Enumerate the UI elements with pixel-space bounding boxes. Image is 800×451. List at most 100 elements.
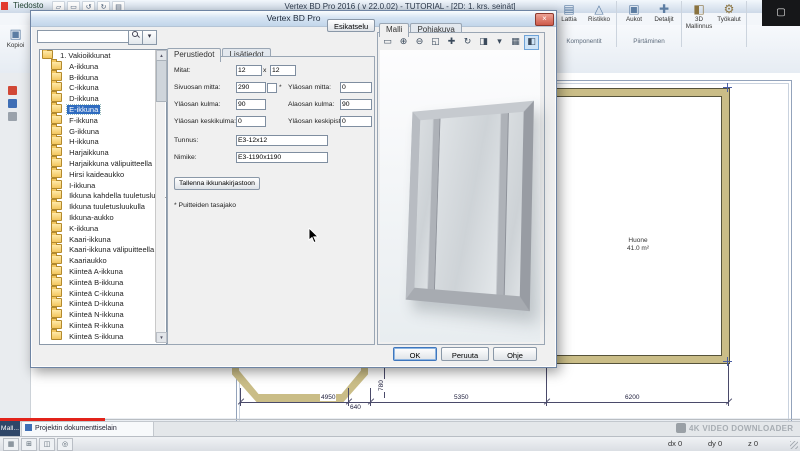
tree-item[interactable]: F-ikkuna xyxy=(40,115,166,126)
save-to-library-button[interactable]: Tallenna ikkunakirjastoon xyxy=(174,177,260,190)
ribbon-item-kopioi[interactable]: ▣ Kopioi xyxy=(2,27,29,49)
dialog-titlebar[interactable]: Vertex BD Pro xyxy=(31,11,556,27)
window-center-pane xyxy=(435,114,500,295)
folder-icon xyxy=(51,309,62,318)
taskbar-tab-model[interactable]: Mall... xyxy=(0,421,20,436)
grid-icon[interactable]: ▦ xyxy=(3,438,19,451)
tree-item[interactable]: K-ikkuna xyxy=(40,223,166,234)
tree-item[interactable]: Kiinteä D-ikkuna xyxy=(40,298,166,309)
tree-item-label: E-ikkuna xyxy=(67,105,100,114)
tree-item[interactable]: C-ikkuna xyxy=(40,82,166,93)
side-option-box[interactable] xyxy=(267,83,277,93)
scrollbar-thumb[interactable] xyxy=(156,60,167,102)
pan-icon[interactable]: ✚ xyxy=(444,35,459,50)
bottom-angle-field[interactable] xyxy=(340,99,372,110)
osnap-icon[interactable]: ◎ xyxy=(57,438,73,451)
zoom-extents-icon[interactable]: ◱ xyxy=(428,35,443,50)
snap-icon[interactable]: ⊞ xyxy=(21,438,37,451)
tree-item[interactable]: D-ikkuna xyxy=(40,93,166,104)
tree-item[interactable]: Kiinteä R-ikkuna xyxy=(40,320,166,331)
ribbon-item-tyokalut[interactable]: ⚙Työkalut xyxy=(714,1,744,36)
ribbon-item-detaljit[interactable]: ✚Detaljit xyxy=(649,1,679,36)
tree-scrollbar[interactable]: ▲ ▼ xyxy=(155,50,165,342)
fullscreen-icon[interactable]: ▢ xyxy=(762,0,800,26)
dock-icon-grey[interactable] xyxy=(8,112,17,121)
width-field[interactable] xyxy=(236,65,262,76)
screen: Vertex BD Pro 2016 ( v 22.0.02) - TUTORI… xyxy=(0,0,800,451)
tree-item[interactable]: Harjaikkuna välipuitteella xyxy=(40,158,166,169)
tree-item[interactable]: Kiinteä N-ikkuna xyxy=(40,309,166,320)
ylakulma-label: Yläosan kulma: xyxy=(174,99,220,110)
perustiedot-page: Mitat: x Sivuosan mitta: * Yläosan mitta… xyxy=(167,56,375,345)
resize-grip[interactable] xyxy=(790,441,798,449)
tree-item[interactable]: Kaariaukko xyxy=(40,255,166,266)
tree-item[interactable]: Ikkuna kahdella tuuletusluukulla xyxy=(40,190,166,201)
tree-root[interactable]: 1. Vakioikkunat xyxy=(40,50,166,61)
tree-item[interactable]: Kaari-ikkuna välipuitteella xyxy=(40,244,166,255)
search-dropdown-icon[interactable]: ▾ xyxy=(142,30,157,45)
side-dim-field[interactable] xyxy=(236,82,266,93)
top-center-angle-field[interactable] xyxy=(236,116,266,127)
tab-perustiedot[interactable]: Perustiedot xyxy=(167,48,221,62)
folder-icon xyxy=(51,298,62,307)
folder-icon xyxy=(51,147,62,156)
scroll-down-icon[interactable]: ▼ xyxy=(156,332,167,343)
tree-item[interactable]: B-ikkuna xyxy=(40,72,166,83)
ribbon-item-ristikko[interactable]: △Ristikko xyxy=(584,1,614,36)
top-center-point-field[interactable] xyxy=(340,116,372,127)
dock-icon-blue[interactable] xyxy=(8,99,17,108)
shading-dropdown-icon[interactable]: ▾ xyxy=(492,35,507,50)
room-label: Huone 41.0 m² xyxy=(548,237,728,253)
cancel-button[interactable]: Peruuta xyxy=(441,347,489,361)
tree-item[interactable]: I-ikkuna xyxy=(40,180,166,191)
tree-item[interactable]: Hirsi kaideaukko xyxy=(40,169,166,180)
layers-icon[interactable]: ◫ xyxy=(39,438,55,451)
folder-icon xyxy=(51,331,62,340)
select-window-icon[interactable]: ▭ xyxy=(380,35,395,50)
tree-item[interactable]: A-ikkuna xyxy=(40,61,166,72)
preview-viewport[interactable] xyxy=(380,50,540,342)
shading-mode-icon[interactable]: ◨ xyxy=(476,35,491,50)
ribbon-item-3d-mallinnus[interactable]: ◧3D Mallinnus xyxy=(684,1,714,36)
wireframe-icon[interactable]: ▦ xyxy=(508,35,523,50)
tree-item[interactable]: Kaari-ikkuna xyxy=(40,234,166,245)
video-progress-bar[interactable] xyxy=(0,418,105,421)
tree-item[interactable]: G-ikkuna xyxy=(40,126,166,137)
height-field[interactable] xyxy=(270,65,296,76)
ribbon-item-aukot[interactable]: ▣Aukot xyxy=(619,1,649,36)
tree-item[interactable]: Harjaikkuna xyxy=(40,147,166,158)
tab-malli[interactable]: Malli xyxy=(379,23,409,37)
zoom-out-icon[interactable]: ⊖ xyxy=(412,35,427,50)
preview-button[interactable]: Esikatselu xyxy=(327,19,375,32)
tree-item[interactable]: Kiinteä S-ikkuna xyxy=(40,331,166,342)
help-button[interactable]: Ohje xyxy=(493,347,537,361)
name-field[interactable] xyxy=(236,152,328,163)
taskbar-tab-documents[interactable]: Projektin dokumenttiselain xyxy=(21,421,154,437)
library-search-input[interactable] xyxy=(37,30,131,43)
dock-icon-red[interactable] xyxy=(8,86,17,95)
search-icon[interactable] xyxy=(128,30,143,45)
ribbon-item-lattia[interactable]: ▤Lattia xyxy=(554,1,584,36)
top-dim-field[interactable] xyxy=(340,82,372,93)
tree-item-label: Hirsi kaideaukko xyxy=(67,170,126,179)
ok-button[interactable]: OK xyxy=(393,347,437,361)
tree-item[interactable]: E-ikkuna xyxy=(40,104,166,115)
tree-item[interactable]: H-ikkuna xyxy=(40,136,166,147)
zoom-in-icon[interactable]: ⊕ xyxy=(396,35,411,50)
tree-item[interactable]: Ikkuna-aukko xyxy=(40,212,166,223)
ylamitta-label: Yläosan mitta: xyxy=(288,82,331,93)
video-progress-track[interactable] xyxy=(0,419,800,420)
tree-item[interactable]: Kiinteä C-ikkuna xyxy=(40,288,166,299)
ribbon-group: ▤Lattia△Ristikko Komponentit xyxy=(552,1,617,47)
top-angle-field[interactable] xyxy=(236,99,266,110)
tree-item[interactable]: Kiinteä A-ikkuna xyxy=(40,266,166,277)
folder-icon xyxy=(51,277,62,286)
ylakeskikulma-label: Yläosan keskikulma: xyxy=(174,116,236,127)
tree-item[interactable]: Kiinteä B-ikkuna xyxy=(40,277,166,288)
rotate-3d-icon[interactable]: ↻ xyxy=(460,35,475,50)
perspective-icon[interactable]: ◧ xyxy=(524,35,539,50)
tree-item[interactable]: Ikkuna tuuletusluukulla xyxy=(40,201,166,212)
folder-icon xyxy=(42,50,53,59)
code-field[interactable] xyxy=(236,135,328,146)
close-icon[interactable]: × xyxy=(535,13,554,26)
